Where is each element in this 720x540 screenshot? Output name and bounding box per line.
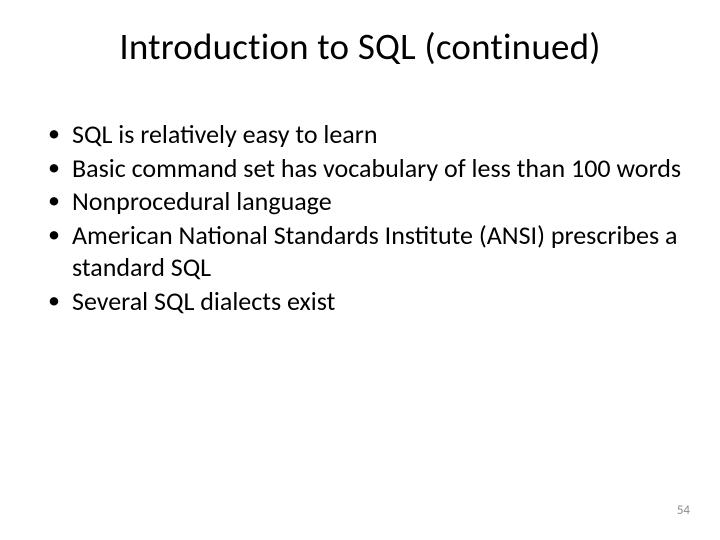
slide-title: Introduction to SQL (continued) (38, 24, 682, 69)
list-item: Nonprocedural language (44, 186, 682, 218)
list-item: Several SQL dialects exist (44, 286, 682, 318)
page-number: 54 (677, 503, 690, 518)
slide-container: Introduction to SQL (continued) SQL is r… (0, 0, 720, 540)
list-item: Basic command set has vocabulary of less… (44, 153, 682, 185)
list-item: SQL is relatively easy to learn (44, 119, 682, 151)
list-item: American National Standards Institute (A… (44, 220, 682, 283)
bullet-list: SQL is relatively easy to learn Basic co… (38, 119, 682, 317)
